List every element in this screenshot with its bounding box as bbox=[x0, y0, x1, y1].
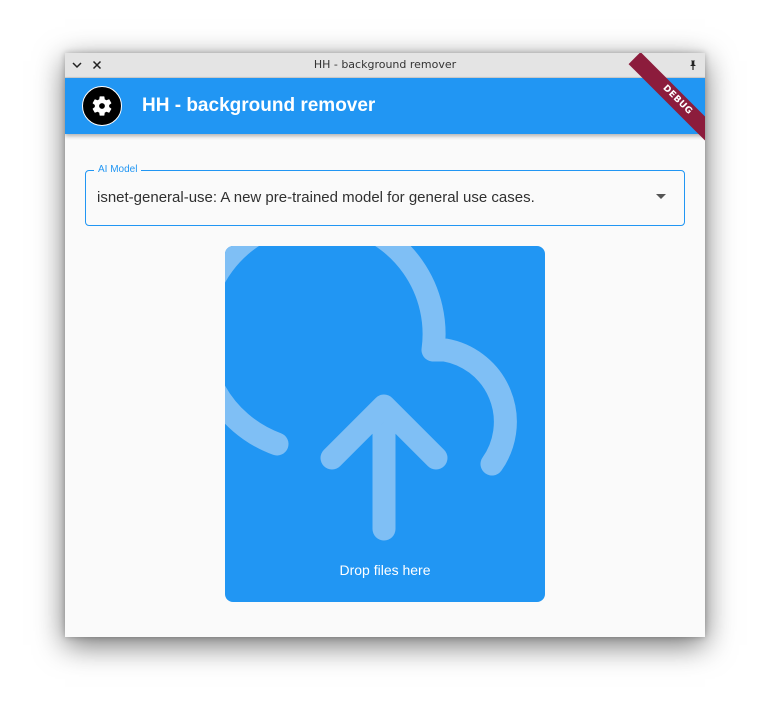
main-content: AI Model isnet-general-use: A new pre-tr… bbox=[65, 134, 705, 637]
gear-icon bbox=[92, 96, 112, 116]
pin-icon[interactable] bbox=[685, 57, 701, 73]
caret-down-icon[interactable] bbox=[656, 194, 666, 199]
settings-avatar-button[interactable] bbox=[82, 86, 122, 126]
cloud-upload-icon bbox=[225, 246, 517, 541]
app-window: HH - background remover HH - background … bbox=[65, 53, 705, 637]
file-drop-zone[interactable]: Drop files here bbox=[225, 246, 545, 602]
app-title: HH - background remover bbox=[142, 95, 376, 116]
ai-model-selected-value: isnet-general-use: A new pre-trained mod… bbox=[97, 189, 535, 206]
window-titlebar[interactable]: HH - background remover bbox=[65, 53, 705, 78]
window-title: HH - background remover bbox=[313, 58, 457, 71]
drop-files-label: Drop files here bbox=[339, 562, 431, 578]
ai-model-dropdown[interactable]: AI Model isnet-general-use: A new pre-tr… bbox=[85, 163, 685, 226]
app-bar: HH - background remover DEBUG bbox=[65, 53, 705, 149]
